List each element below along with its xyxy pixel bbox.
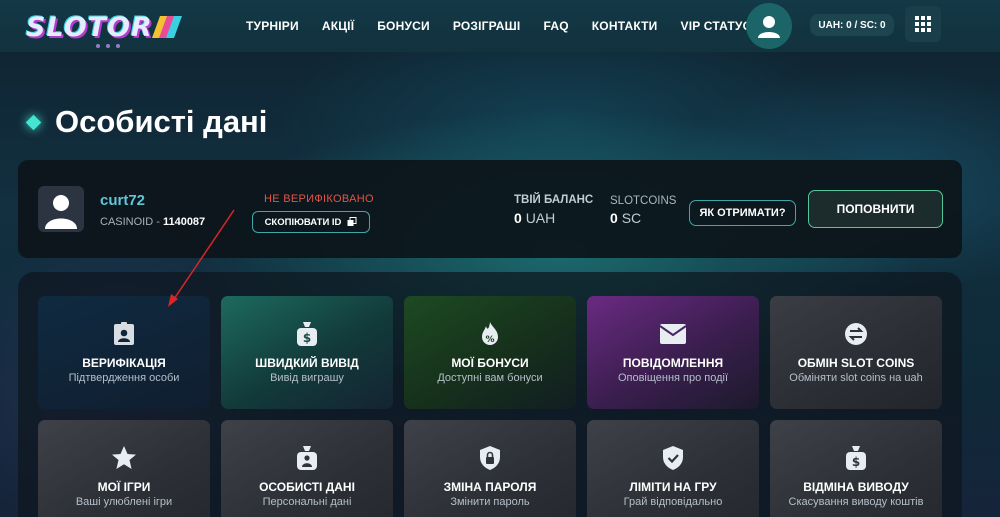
annotation-arrow	[168, 209, 235, 307]
